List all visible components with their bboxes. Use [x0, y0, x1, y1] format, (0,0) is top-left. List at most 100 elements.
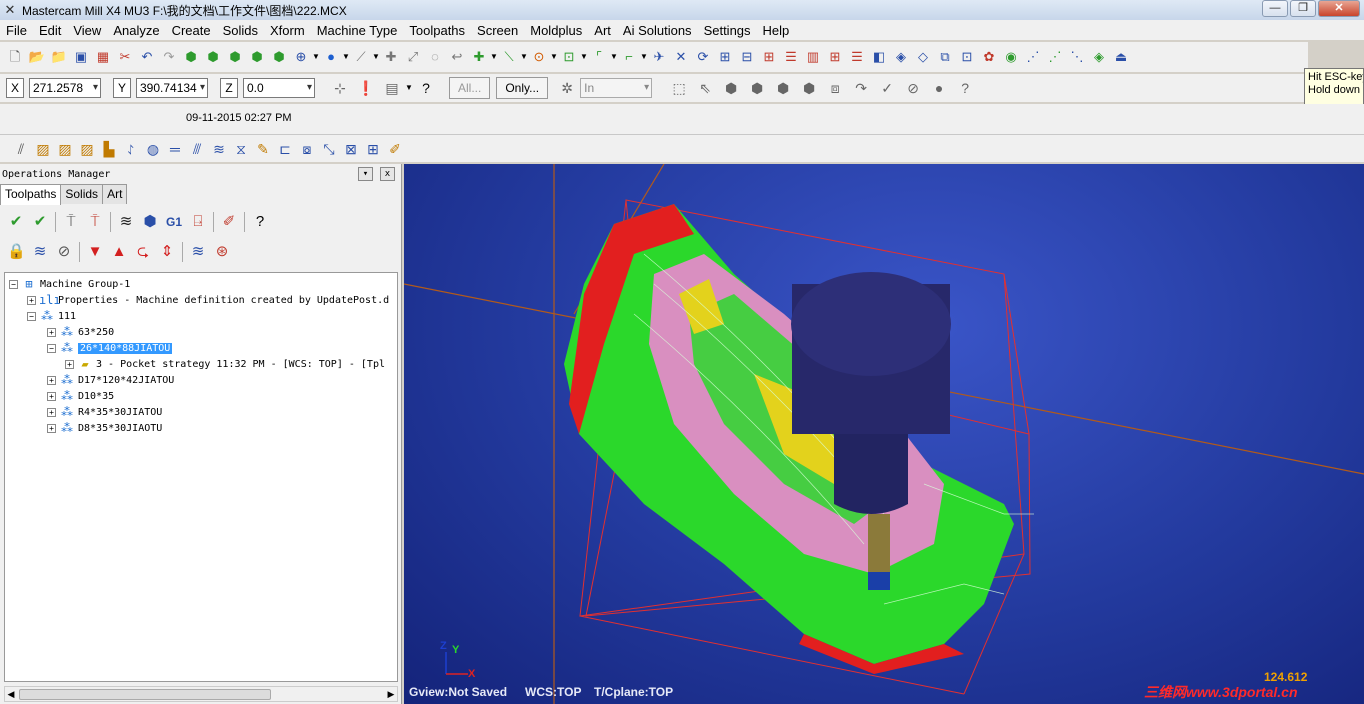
point-icon[interactable]: ✚	[382, 48, 400, 66]
cut-icon[interactable]: ✂	[116, 48, 134, 66]
line-icon[interactable]: ⟋	[352, 48, 370, 66]
chevron-down-icon[interactable]: ▼	[342, 48, 350, 66]
scroll-icon[interactable]: ⇕	[158, 243, 176, 261]
simulate-icon[interactable]: ⬢	[141, 213, 159, 231]
verify-icon[interactable]: ◉	[1002, 48, 1020, 66]
waterline-icon[interactable]: ⊏	[276, 140, 294, 158]
z-coordinate-input[interactable]: 0.0	[243, 78, 315, 98]
rect-icon[interactable]: ⟍	[500, 48, 518, 66]
menu-machine-type[interactable]: Machine Type	[311, 23, 404, 38]
blend-icon[interactable]: ⤡	[320, 140, 338, 158]
layer-icon[interactable]: ☰	[782, 48, 800, 66]
window-select-icon[interactable]: ⬚	[669, 78, 689, 98]
maximize-button[interactable]: ❐	[1290, 0, 1316, 17]
mesh-icon[interactable]: ✕	[672, 48, 690, 66]
chevron-down-icon[interactable]: ▼	[640, 48, 648, 66]
edit-file-icon[interactable]: 📁	[50, 48, 68, 66]
new-file-icon[interactable]: 🗋	[6, 48, 24, 66]
chamfer-icon[interactable]: ⋱	[1068, 48, 1086, 66]
insert-arrow-icon[interactable]: ⮎	[134, 243, 152, 261]
spline-icon[interactable]: ⊙	[530, 48, 548, 66]
arc-icon[interactable]: ⤢	[404, 48, 422, 66]
circle-icon[interactable]: ◈	[1090, 48, 1108, 66]
post-icon[interactable]: G1	[165, 213, 183, 231]
box-icon[interactable]: ⬢	[182, 48, 200, 66]
collapse-icon[interactable]: −	[9, 279, 18, 289]
z-axis-button[interactable]: Z	[220, 78, 238, 98]
chevron-down-icon[interactable]: ▼	[372, 48, 380, 66]
pencil-icon[interactable]: ⧖	[232, 140, 250, 158]
loop-select-icon[interactable]: ↷	[851, 78, 871, 98]
drill-icon[interactable]: ▨	[34, 140, 52, 158]
save-icon[interactable]: ▣	[72, 48, 90, 66]
help-icon[interactable]: ?	[416, 78, 436, 98]
expand-icon[interactable]: +	[27, 295, 36, 305]
move-up-icon[interactable]: ▲	[110, 243, 128, 261]
analyze-icon[interactable]: ◧	[870, 48, 888, 66]
minimize-button[interactable]: —	[1262, 0, 1288, 17]
wcs-status[interactable]: WCS:TOP	[525, 685, 581, 699]
expand-icon[interactable]: +	[65, 359, 74, 369]
flowline-icon[interactable]: ═	[166, 140, 184, 158]
grid-icon[interactable]: ⌐	[620, 48, 638, 66]
verify-select-icon[interactable]: ✓	[877, 78, 897, 98]
expand-icon[interactable]: +	[47, 391, 56, 401]
selection-mask-icon[interactable]: ✲	[557, 78, 577, 98]
tab-art[interactable]: Art	[102, 184, 128, 204]
grid-snap-icon[interactable]: ▤	[382, 78, 402, 98]
sphere-icon[interactable]: ⊕	[292, 48, 310, 66]
menu-solids[interactable]: Solids	[217, 23, 264, 38]
back-face-icon[interactable]: ⧈	[825, 78, 845, 98]
graphics-viewport[interactable]: Z Y X Gview:Not Saved WCS:TOP T/Cplane:T…	[404, 164, 1364, 704]
face-select-icon[interactable]: ⬢	[747, 78, 767, 98]
verify-icon[interactable]: ⊞	[716, 48, 734, 66]
tree-item[interactable]: + ▰ 3 - Pocket strategy 11:32 PM - [WCS:…	[65, 356, 385, 372]
menu-settings[interactable]: Settings	[698, 23, 757, 38]
block-icon[interactable]: ▥	[804, 48, 822, 66]
tree-item[interactable]: − ⁂ 111	[27, 308, 76, 324]
menu-ai-solutions[interactable]: Ai Solutions	[617, 23, 698, 38]
toolpath-icon[interactable]: ✿	[980, 48, 998, 66]
chevron-down-icon[interactable]: ▼	[520, 48, 528, 66]
edit-file-icon[interactable]: ⊡	[958, 48, 976, 66]
project-icon[interactable]: ✎	[254, 140, 272, 158]
undo-icon[interactable]: ↶	[138, 48, 156, 66]
contour-icon[interactable]: ⫽	[12, 140, 30, 158]
ops-close-button[interactable]: x	[380, 167, 395, 181]
tree-horizontal-scrollbar[interactable]: ◀ ▶	[4, 686, 398, 702]
print-icon[interactable]: ▦	[94, 48, 112, 66]
single-display-icon[interactable]: ≋	[189, 243, 207, 261]
expand-icon[interactable]: +	[47, 423, 56, 433]
menu-view[interactable]: View	[67, 23, 107, 38]
tcplane-status[interactable]: T/Cplane:TOP	[594, 685, 673, 699]
tab-toolpaths[interactable]: Toolpaths	[0, 184, 62, 205]
solid-select-icon[interactable]: ⬢	[721, 78, 741, 98]
regen-dirty-icon[interactable]: ⍑	[62, 213, 80, 231]
chevron-down-icon[interactable]: ▼	[490, 48, 498, 66]
cube-icon[interactable]: ⬢	[248, 48, 266, 66]
highfeed-icon[interactable]: ⍈	[189, 213, 207, 231]
block-icon[interactable]: ⬢	[226, 48, 244, 66]
rect-icon[interactable]: ⊞	[826, 48, 844, 66]
menu-moldplus[interactable]: Moldplus	[524, 23, 588, 38]
parallel-icon[interactable]: ⫻	[188, 140, 206, 158]
pin-button[interactable]: ▾	[358, 167, 373, 181]
box-icon[interactable]: ◈	[892, 48, 910, 66]
menu-xform[interactable]: Xform	[264, 23, 311, 38]
y-coordinate-input[interactable]: 390.74134	[136, 78, 208, 98]
face-icon[interactable]: ▨	[78, 140, 96, 158]
regen-icon[interactable]: ✔	[31, 213, 49, 231]
body-select-icon[interactable]: ⬢	[799, 78, 819, 98]
fast-point-icon[interactable]: ⊹	[330, 78, 350, 98]
chamfer-icon[interactable]: ↩	[448, 48, 466, 66]
menu-help[interactable]: Help	[757, 23, 796, 38]
tree-item[interactable]: + ⁂ D8*35*30JIAOTU	[47, 420, 162, 436]
expand-icon[interactable]: +	[47, 327, 56, 337]
gview-status[interactable]: Gview:Not Saved	[409, 685, 507, 699]
select-all-button[interactable]: All...	[449, 77, 491, 99]
tree-item[interactable]: + ⁂ D10*35	[47, 388, 114, 404]
print-icon[interactable]: ⏏	[1112, 48, 1130, 66]
move-icon[interactable]: ⧉	[936, 48, 954, 66]
selection-plane-select[interactable]: In	[580, 78, 653, 98]
shade-icon[interactable]: ●	[322, 48, 340, 66]
